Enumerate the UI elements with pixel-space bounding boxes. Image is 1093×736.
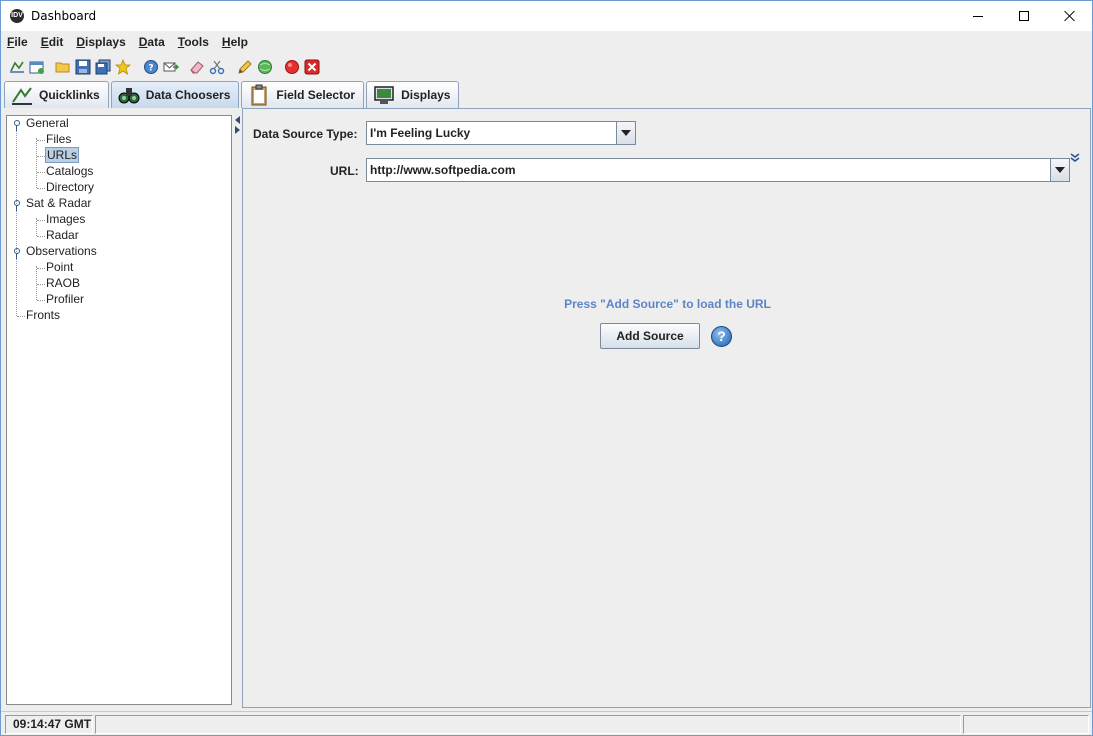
tab-label: Displays bbox=[401, 88, 451, 102]
tab-field-selector[interactable]: Field Selector bbox=[241, 81, 365, 108]
menu-data[interactable]: Data bbox=[139, 35, 165, 49]
tree-branch bbox=[37, 188, 45, 189]
tree-node-radar[interactable]: Radar bbox=[46, 228, 79, 242]
close-icon bbox=[1064, 10, 1076, 22]
maximize-button[interactable] bbox=[1001, 1, 1047, 31]
tab-quicklinks[interactable]: Quicklinks bbox=[4, 81, 109, 108]
url-value: http://www.softpedia.com bbox=[370, 163, 516, 177]
send-mail-icon[interactable] bbox=[163, 59, 179, 75]
binoculars-icon bbox=[118, 88, 140, 104]
save-icon[interactable] bbox=[75, 59, 91, 75]
minimize-button[interactable] bbox=[955, 1, 1001, 31]
chooser-tree: General Files URLs Catalogs Directory Sa… bbox=[6, 115, 232, 705]
monitor-icon bbox=[374, 86, 394, 104]
menu-tools[interactable]: Tools bbox=[178, 35, 209, 49]
main-tabs: Quicklinks Data Choosers Field Selector … bbox=[4, 81, 461, 108]
app-frame: File Edit Displays Data Tools Help ? Qui… bbox=[0, 31, 1093, 736]
url-history-dropdown-button[interactable] bbox=[1050, 159, 1069, 181]
tree-guide-line bbox=[36, 138, 37, 188]
chevron-down-icon bbox=[1055, 167, 1065, 173]
load-url-hint: Press "Add Source" to load the URL bbox=[564, 297, 771, 311]
help-bubble-icon[interactable]: ? bbox=[143, 59, 159, 75]
menu-file[interactable]: File bbox=[7, 35, 28, 49]
save-as-icon[interactable] bbox=[95, 59, 111, 75]
eraser-icon[interactable] bbox=[189, 59, 205, 75]
menu-help[interactable]: Help bbox=[222, 35, 248, 49]
tree-branch bbox=[37, 140, 45, 141]
add-source-button[interactable]: Add Source bbox=[600, 323, 700, 349]
tree-node-observations[interactable]: Observations bbox=[26, 244, 97, 258]
double-chevron-down-icon[interactable] bbox=[1070, 152, 1080, 164]
tree-node-general[interactable]: General bbox=[26, 116, 69, 130]
tree-node-directory[interactable]: Directory bbox=[46, 180, 94, 194]
tree-expand-toggle[interactable] bbox=[13, 120, 20, 131]
close-window-button[interactable] bbox=[1047, 1, 1093, 31]
tree-node-images[interactable]: Images bbox=[46, 212, 85, 226]
minimize-icon bbox=[973, 15, 983, 17]
record-icon[interactable] bbox=[284, 59, 300, 75]
window-title: Dashboard bbox=[31, 9, 97, 23]
title-bar: IDV Dashboard bbox=[0, 0, 1093, 31]
tab-label: Quicklinks bbox=[39, 88, 100, 102]
tree-branch bbox=[37, 172, 45, 173]
tree-branch bbox=[37, 268, 45, 269]
new-display-icon[interactable] bbox=[9, 59, 25, 75]
tree-branch bbox=[37, 300, 45, 301]
tree-branch bbox=[17, 316, 25, 317]
source-type-label: Data Source Type: bbox=[253, 127, 358, 141]
tree-branch bbox=[37, 156, 45, 157]
tree-node-sat-radar[interactable]: Sat & Radar bbox=[26, 196, 91, 210]
menu-edit[interactable]: Edit bbox=[41, 35, 64, 49]
menu-bar: File Edit Displays Data Tools Help bbox=[1, 31, 1092, 53]
tree-node-profiler[interactable]: Profiler bbox=[46, 292, 84, 306]
source-type-dropdown-button[interactable] bbox=[616, 122, 635, 144]
help-icon[interactable]: ? bbox=[711, 326, 732, 347]
tree-node-urls[interactable]: URLs bbox=[45, 147, 80, 163]
tree-branch bbox=[37, 220, 45, 221]
collapse-left-icon[interactable] bbox=[235, 116, 240, 124]
tree-node-raob[interactable]: RAOB bbox=[46, 276, 80, 290]
toolbar: ? bbox=[1, 55, 1092, 79]
tree-expand-toggle[interactable] bbox=[13, 248, 20, 259]
status-message bbox=[95, 715, 961, 734]
app-logo-icon: IDV bbox=[10, 9, 24, 23]
scissors-icon[interactable] bbox=[209, 59, 225, 75]
status-bar: 09:14:47 GMT bbox=[1, 711, 1092, 735]
close-red-icon[interactable] bbox=[304, 59, 320, 75]
globe-icon[interactable] bbox=[257, 59, 273, 75]
new-window-icon[interactable] bbox=[29, 59, 45, 75]
source-type-select[interactable]: I'm Feeling Lucky bbox=[366, 121, 636, 145]
tree-node-catalogs[interactable]: Catalogs bbox=[46, 164, 93, 178]
svg-text:?: ? bbox=[148, 64, 153, 74]
tree-guide-line bbox=[36, 266, 37, 300]
split-pane-divider[interactable] bbox=[234, 115, 241, 707]
tree-node-files[interactable]: Files bbox=[46, 132, 71, 146]
pencil-icon[interactable] bbox=[237, 59, 253, 75]
tab-label: Field Selector bbox=[276, 88, 356, 102]
expand-right-icon[interactable] bbox=[235, 126, 240, 134]
maximize-icon bbox=[1019, 11, 1029, 21]
url-input[interactable]: http://www.softpedia.com bbox=[366, 158, 1070, 182]
url-label: URL: bbox=[330, 164, 359, 178]
data-chooser-panel: Data Source Type: I'm Feeling Lucky URL:… bbox=[242, 108, 1091, 708]
tab-label: Data Choosers bbox=[145, 88, 231, 102]
tree-branch bbox=[37, 284, 45, 285]
tab-displays[interactable]: Displays bbox=[366, 81, 460, 108]
tree-guide-line bbox=[16, 128, 17, 316]
favorite-star-icon[interactable] bbox=[115, 59, 131, 75]
source-type-value: I'm Feeling Lucky bbox=[370, 126, 471, 140]
quicklinks-icon bbox=[12, 87, 32, 105]
tree-branch bbox=[37, 236, 45, 237]
tree-node-point[interactable]: Point bbox=[46, 260, 73, 274]
tree-expand-toggle[interactable] bbox=[13, 200, 20, 211]
open-folder-icon[interactable] bbox=[55, 59, 71, 75]
tab-data-choosers[interactable]: Data Choosers bbox=[110, 81, 240, 108]
status-clock: 09:14:47 GMT bbox=[5, 715, 93, 734]
tree-node-fronts[interactable]: Fronts bbox=[26, 308, 60, 322]
status-progress bbox=[963, 715, 1089, 734]
menu-displays[interactable]: Displays bbox=[76, 35, 125, 49]
clipboard-icon bbox=[251, 84, 267, 106]
chevron-down-icon bbox=[621, 130, 631, 136]
